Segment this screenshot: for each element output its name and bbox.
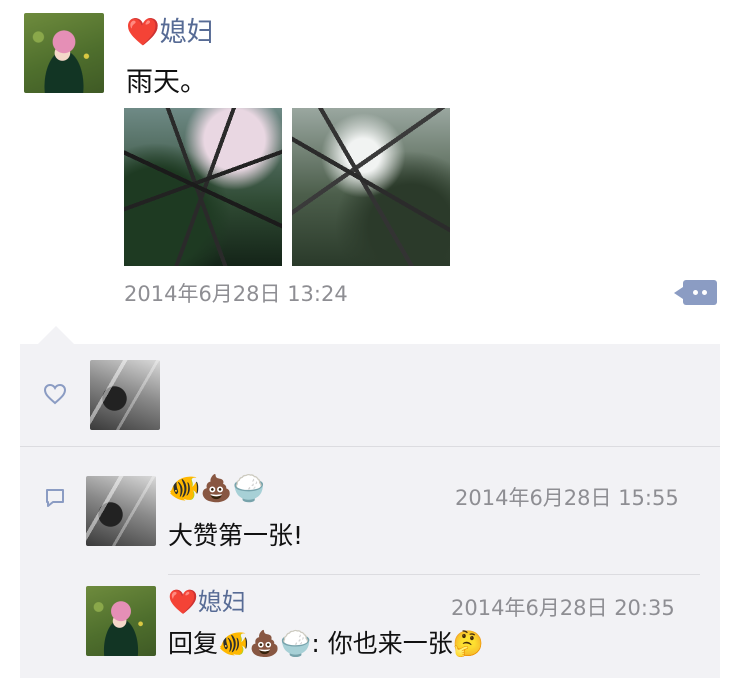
thinking-emoji: 🤔 <box>452 629 484 658</box>
reply-time: 2014年6月28日 20:35 <box>451 596 675 620</box>
reply-author-name[interactable]: ❤️媳妇 <box>168 582 246 617</box>
post-timestamp: 2014年6月28日 13:24 <box>124 282 348 306</box>
reply-author-name-text: 媳妇 <box>197 588 246 616</box>
reply-prefix: 回复 <box>168 629 219 658</box>
likes-divider <box>20 446 720 447</box>
reply-body: : 你也来一张 <box>311 629 453 658</box>
author-name[interactable]: ❤️媳妇 <box>126 10 214 49</box>
comment-text: 大赞第一张! <box>168 521 304 550</box>
author-name-text: 媳妇 <box>159 17 214 48</box>
heart-outline-icon <box>43 383 67 409</box>
reply-text: 回复🐠💩🍚: 你也来一张🤔 <box>168 624 484 660</box>
comment-bubble-icon <box>43 486 67 514</box>
post-image-umbrella[interactable] <box>124 108 282 266</box>
comment-time: 2014年6月28日 15:55 <box>455 486 679 510</box>
panel-pointer <box>38 326 74 344</box>
heart-emoji: ❤️ <box>126 17 160 48</box>
author-avatar[interactable] <box>24 13 104 93</box>
post-text: 雨天。 <box>126 67 207 98</box>
heart-emoji: ❤️ <box>168 588 198 616</box>
comment-divider <box>168 574 700 575</box>
post-image-trees[interactable] <box>292 108 450 266</box>
like-user-avatar[interactable] <box>90 360 160 430</box>
reply-to-user[interactable]: 🐠💩🍚 <box>218 629 311 658</box>
comment-author-avatar[interactable] <box>86 476 156 546</box>
reply-author-avatar[interactable] <box>86 586 156 656</box>
comment-author-name[interactable]: 🐠💩🍚 <box>168 474 265 504</box>
more-actions-button[interactable] <box>674 280 717 305</box>
